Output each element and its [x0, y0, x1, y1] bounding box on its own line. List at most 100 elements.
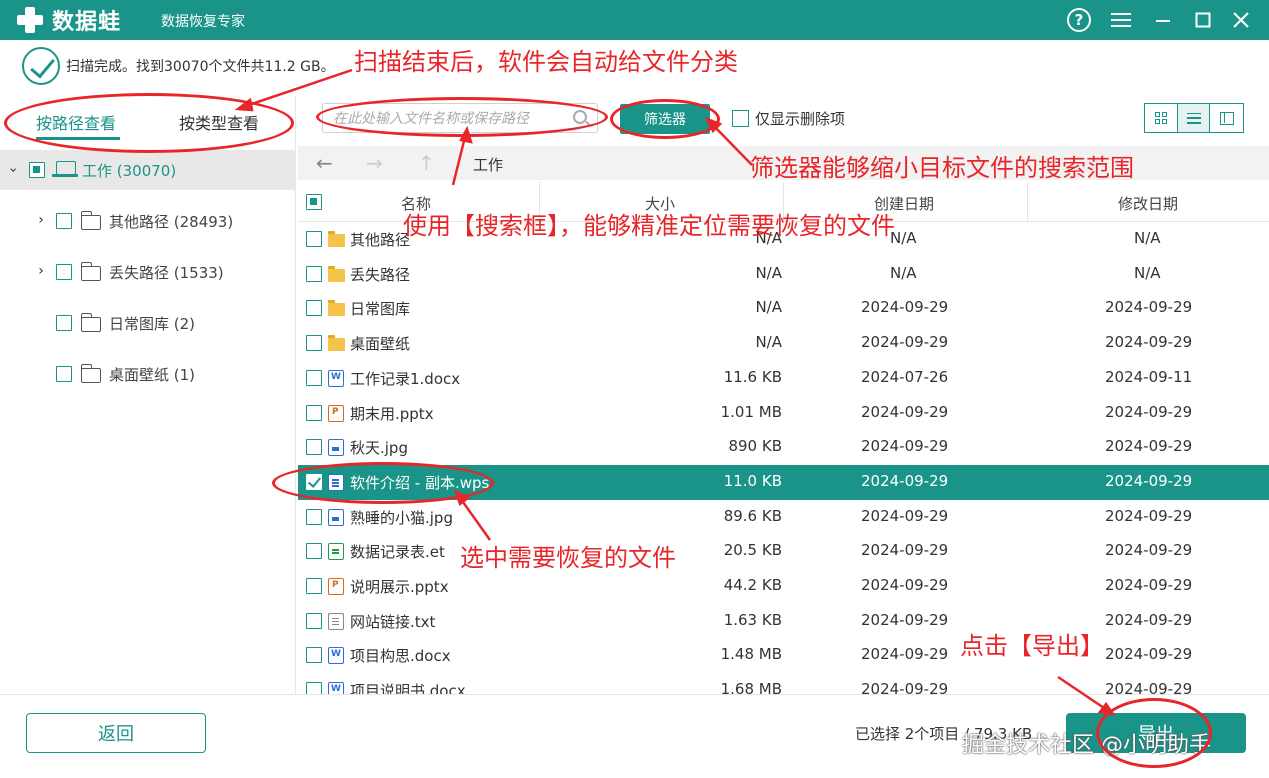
file-size: 11.0 KB	[723, 471, 782, 490]
modified-date: N/A	[1134, 263, 1161, 282]
title-bar: 数据蛙 数据恢复专家 ?	[0, 0, 1269, 40]
app-logo: 数据蛙	[14, 4, 121, 36]
help-button[interactable]: ?	[1064, 5, 1094, 35]
back-arrow-icon[interactable]: ←	[316, 151, 333, 175]
tree-item-wallpaper[interactable]: 桌面壁纸 (1)	[0, 354, 296, 394]
tree-checkbox[interactable]	[56, 264, 72, 280]
maximize-button[interactable]	[1188, 5, 1218, 35]
minimize-icon	[1156, 20, 1170, 22]
row-checkbox[interactable]	[306, 647, 322, 664]
table-row[interactable]: 数据记录表.et 20.5 KB 2024-09-29 2024-09-29	[298, 534, 1269, 569]
file-size: N/A	[755, 298, 782, 317]
tree-item-lost-paths[interactable]: › 丢失路径 (1533)	[0, 252, 296, 292]
table-row[interactable]: 日常图库 N/A 2024-09-29 2024-09-29	[298, 291, 1269, 326]
forward-arrow-icon[interactable]: →	[366, 151, 383, 175]
row-checkbox[interactable]	[306, 578, 322, 594]
row-checkbox[interactable]	[306, 300, 322, 317]
table-row[interactable]: 丢失路径 N/A N/A N/A	[298, 257, 1269, 292]
row-checkbox[interactable]	[306, 508, 322, 525]
folder-icon	[328, 265, 345, 282]
tree-checkbox[interactable]	[56, 366, 72, 382]
folder-icon	[328, 335, 345, 352]
annotation-ring-filter	[610, 99, 720, 139]
breadcrumb[interactable]: 工作	[473, 154, 503, 175]
select-all-checkbox[interactable]	[306, 194, 322, 210]
created-date: 2024-09-29	[861, 541, 949, 560]
only-deleted-toggle[interactable]: 仅显示删除项	[732, 108, 845, 129]
tree-item-label: 工作 (30070)	[82, 162, 177, 180]
detail-view-button[interactable]	[1210, 104, 1243, 132]
modified-date: 2024-09-29	[1105, 437, 1193, 456]
file-size: N/A	[755, 333, 782, 352]
detail-panel-icon	[1219, 111, 1234, 125]
created-date: 2024-09-29	[861, 645, 949, 664]
file-name: 桌面壁纸	[350, 335, 411, 354]
minimize-button[interactable]	[1148, 5, 1178, 35]
up-arrow-icon[interactable]: ↑	[418, 151, 435, 175]
image-icon	[328, 508, 344, 526]
modified-date: 2024-09-29	[1105, 471, 1193, 490]
table-row[interactable]: 说明展示.pptx 44.2 KB 2024-09-29 2024-09-29	[298, 569, 1269, 604]
folder-icon	[80, 262, 101, 281]
tree-item-other-paths[interactable]: › 其他路径 (28493)	[0, 201, 296, 241]
chevron-down-icon[interactable]: ›	[5, 163, 21, 177]
left-panel: 按路径查看 按类型查看 › 工作 (30070) › 其他路径 (28493) …	[0, 96, 296, 694]
table-row[interactable]: 熟睡的小猫.jpg 89.6 KB 2024-09-29 2024-09-29	[298, 500, 1269, 535]
list-view-button[interactable]	[1177, 104, 1211, 132]
created-date: 2024-09-29	[861, 402, 949, 421]
row-checkbox[interactable]	[306, 439, 322, 456]
file-name: 项目构思.docx	[350, 647, 451, 666]
chevron-right-icon[interactable]: ›	[34, 264, 48, 278]
chevron-right-icon[interactable]: ›	[34, 213, 48, 227]
tree-checkbox[interactable]	[56, 315, 72, 331]
annotation-ring-export	[1096, 698, 1212, 768]
created-date: 2024-09-29	[861, 506, 949, 525]
row-checkbox[interactable]	[306, 543, 322, 560]
tree-item-work[interactable]: › 工作 (30070)	[0, 150, 296, 190]
menu-button[interactable]	[1106, 5, 1136, 35]
column-modified[interactable]: 修改日期	[1118, 193, 1178, 214]
table-row[interactable]: 秋天.jpg 890 KB 2024-09-29 2024-09-29	[298, 430, 1269, 465]
row-checkbox[interactable]	[306, 369, 322, 386]
hamburger-icon	[1111, 13, 1131, 27]
row-checkbox[interactable]	[306, 335, 322, 352]
file-name: 网站链接.txt	[350, 612, 436, 631]
text-file-icon	[328, 612, 344, 630]
file-size: 890 KB	[728, 437, 782, 456]
row-checkbox[interactable]	[306, 265, 322, 282]
ppt-icon	[328, 404, 344, 422]
row-checkbox[interactable]	[306, 231, 322, 247]
table-row[interactable]: 桌面壁纸 N/A 2024-09-29 2024-09-29	[298, 326, 1269, 361]
tree-item-label: 其他路径 (28493)	[109, 213, 234, 231]
word-doc-icon	[328, 369, 344, 387]
table-row[interactable]: 项目构思.docx 1.48 MB 2024-09-29 2024-09-29	[298, 638, 1269, 673]
tree-item-gallery[interactable]: 日常图库 (2)	[0, 303, 296, 343]
view-mode-switch	[1144, 103, 1244, 133]
row-checkbox[interactable]	[306, 404, 322, 421]
modified-date: 2024-09-29	[1105, 645, 1193, 664]
created-date: 2024-09-29	[861, 437, 949, 456]
file-name: 数据记录表.et	[350, 543, 445, 562]
created-date: 2024-09-29	[861, 471, 949, 490]
grid-icon	[1154, 112, 1167, 124]
modified-date: 2024-09-29	[1105, 541, 1193, 560]
modified-date: 2024-09-29	[1105, 333, 1193, 352]
tree-checkbox[interactable]	[29, 162, 45, 178]
only-deleted-checkbox[interactable]	[732, 110, 749, 127]
row-checkbox[interactable]	[306, 612, 322, 629]
file-name: 其他路径	[350, 231, 411, 249]
created-date: 2024-07-26	[861, 367, 949, 386]
modified-date: 2024-09-29	[1105, 610, 1193, 629]
table-row[interactable]: 期末用.pptx 1.01 MB 2024-09-29 2024-09-29	[298, 396, 1269, 431]
close-button[interactable]	[1226, 5, 1256, 35]
back-button[interactable]: 返回	[26, 713, 206, 753]
grid-view-button[interactable]	[1145, 104, 1178, 132]
file-size: N/A	[755, 263, 782, 282]
file-size: 1.63 KB	[723, 610, 782, 629]
table-row[interactable]: 网站链接.txt 1.63 KB 2024-09-29 2024-09-29	[298, 604, 1269, 639]
file-size: 44.2 KB	[723, 576, 782, 594]
tree-checkbox[interactable]	[56, 213, 72, 229]
file-name: 期末用.pptx	[350, 404, 434, 423]
table-row[interactable]: 工作记录1.docx 11.6 KB 2024-07-26 2024-09-11	[298, 361, 1269, 396]
annotation-export: 点击【导出】	[960, 632, 1104, 660]
